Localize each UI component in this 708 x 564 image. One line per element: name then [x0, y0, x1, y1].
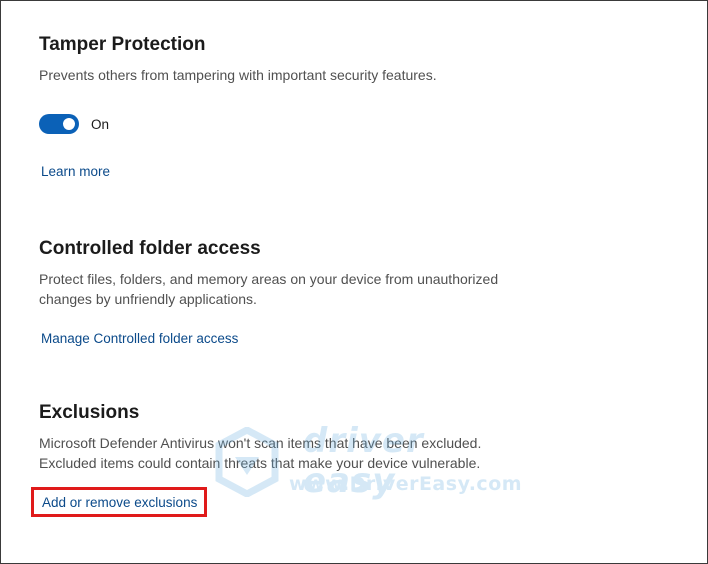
learn-more-link[interactable]: Learn more	[41, 164, 110, 179]
controlled-folder-access-description-line1: Protect files, folders, and memory areas…	[39, 271, 499, 287]
controlled-folder-access-description-line2: changes by unfriendly applications.	[39, 291, 257, 307]
exclusions-section: Exclusions Microsoft Defender Antivirus …	[31, 401, 559, 517]
exclusions-title: Exclusions	[39, 402, 140, 423]
manage-controlled-folder-access-link[interactable]: Manage Controlled folder access	[41, 331, 238, 346]
controlled-folder-access-title: Controlled folder access	[39, 238, 261, 259]
controlled-folder-access-description: Protect files, folders, and memory areas…	[39, 269, 559, 309]
tamper-protection-section: Tamper Protection Prevents others from t…	[39, 33, 437, 181]
exclusions-description-line1: Microsoft Defender Antivirus won't scan …	[39, 435, 482, 451]
exclusions-description: Microsoft Defender Antivirus won't scan …	[39, 433, 559, 473]
watermark-url: www.DriverEasy.com	[289, 473, 523, 495]
tamper-protection-description: Prevents others from tampering with impo…	[39, 67, 437, 83]
exclusions-description-line2: Excluded items could contain threats tha…	[39, 455, 481, 471]
controlled-folder-access-section: Controlled folder access Protect files, …	[39, 237, 559, 348]
tamper-protection-toggle[interactable]	[39, 114, 79, 134]
settings-panel: Tamper Protection Prevents others from t…	[0, 0, 708, 564]
tamper-protection-toggle-label: On	[91, 116, 110, 132]
add-or-remove-exclusions-link[interactable]: Add or remove exclusions	[42, 495, 197, 510]
toggle-knob	[63, 118, 75, 130]
tamper-protection-title: Tamper Protection	[39, 34, 206, 55]
exclusions-highlight-box: Add or remove exclusions	[31, 487, 207, 517]
tamper-protection-toggle-row: On	[39, 114, 437, 134]
